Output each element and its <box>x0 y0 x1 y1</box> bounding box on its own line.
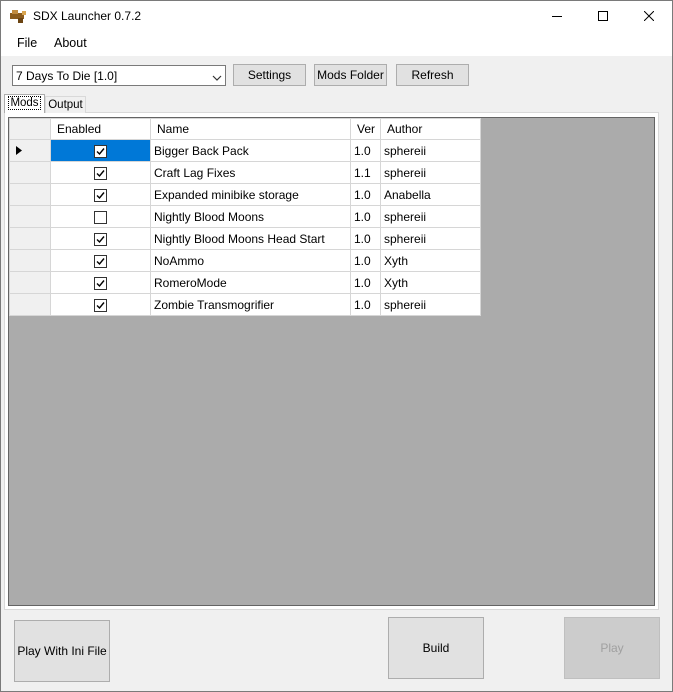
build-button[interactable]: Build <box>388 617 484 679</box>
enabled-cell[interactable] <box>50 271 151 294</box>
mod-name-cell[interactable]: Bigger Back Pack <box>150 139 351 162</box>
table-row[interactable]: Bigger Back Pack 1.0 sphereii <box>9 139 481 162</box>
column-header-author[interactable]: Author <box>380 118 481 140</box>
mod-name-cell[interactable]: Nightly Blood Moons <box>150 205 351 228</box>
table-row[interactable]: RomeroMode 1.0 Xyth <box>9 271 481 294</box>
mod-author-cell[interactable]: Xyth <box>380 249 481 272</box>
grid-body: Bigger Back Pack 1.0 sphereii Craft Lag Fix… <box>9 139 481 316</box>
enabled-cell[interactable] <box>50 227 151 250</box>
enabled-cell[interactable] <box>50 161 151 184</box>
mod-version-cell[interactable]: 1.0 <box>350 227 381 250</box>
tab-mods-label: Mods <box>8 96 41 110</box>
mod-version-cell[interactable]: 1.0 <box>350 183 381 206</box>
checkbox-checked-icon[interactable] <box>94 298 107 312</box>
close-button[interactable] <box>626 1 672 32</box>
sdx-launcher-icon <box>9 8 27 24</box>
mod-author-cell[interactable]: sphereii <box>380 293 481 316</box>
settings-button[interactable]: Settings <box>233 64 306 86</box>
title-bar[interactable]: SDX Launcher 0.7.2 <box>1 1 672 32</box>
row-header[interactable] <box>9 249 51 272</box>
checkbox-checked-icon[interactable] <box>94 232 107 246</box>
mods-grid[interactable]: Enabled Name Ver Author Bigger Back Pack… <box>8 117 655 606</box>
tab-output[interactable]: Output <box>45 96 86 113</box>
table-row[interactable]: NoAmmo 1.0 Xyth <box>9 249 481 272</box>
mod-author-cell[interactable]: sphereii <box>380 205 481 228</box>
mod-author-cell[interactable]: sphereii <box>380 161 481 184</box>
row-header[interactable] <box>9 139 51 162</box>
chevron-down-icon[interactable] <box>212 71 222 85</box>
mod-version-cell[interactable]: 1.1 <box>350 161 381 184</box>
table-row[interactable]: Craft Lag Fixes 1.1 sphereii <box>9 161 481 184</box>
mod-author-cell[interactable]: Anabella <box>380 183 481 206</box>
checkbox-unchecked-icon[interactable] <box>94 210 107 224</box>
mod-version-cell[interactable]: 1.0 <box>350 205 381 228</box>
column-header-name[interactable]: Name <box>150 118 351 140</box>
enabled-cell[interactable] <box>50 139 151 162</box>
menu-about[interactable]: About <box>54 36 87 50</box>
tab-mods[interactable]: Mods <box>4 94 45 113</box>
row-header[interactable] <box>9 293 51 316</box>
checkbox-checked-icon[interactable] <box>94 254 107 268</box>
refresh-button[interactable]: Refresh <box>396 64 469 86</box>
row-header[interactable] <box>9 205 51 228</box>
grid-corner-header[interactable] <box>9 118 51 140</box>
mod-author-cell[interactable]: sphereii <box>380 139 481 162</box>
mods-table: Enabled Name Ver Author Bigger Back Pack… <box>9 118 481 316</box>
mod-name-cell[interactable]: Expanded minibike storage <box>150 183 351 206</box>
close-icon <box>643 10 655 24</box>
mod-name-cell[interactable]: RomeroMode <box>150 271 351 294</box>
grid-header-row: Enabled Name Ver Author <box>9 118 481 140</box>
checkbox-checked-icon[interactable] <box>94 144 107 158</box>
table-row[interactable]: Nightly Blood Moons 1.0 sphereii <box>9 205 481 228</box>
minimize-icon <box>552 10 562 24</box>
mod-version-cell[interactable]: 1.0 <box>350 271 381 294</box>
game-version-select[interactable]: 7 Days To Die [1.0] <box>12 65 226 86</box>
row-header[interactable] <box>9 183 51 206</box>
mod-version-cell[interactable]: 1.0 <box>350 293 381 316</box>
mod-version-cell[interactable]: 1.0 <box>350 139 381 162</box>
checkbox-checked-icon[interactable] <box>94 276 107 290</box>
checkbox-checked-icon[interactable] <box>94 188 107 202</box>
mod-version-cell[interactable]: 1.0 <box>350 249 381 272</box>
checkbox-checked-icon[interactable] <box>94 166 107 180</box>
minimize-button[interactable] <box>534 1 580 32</box>
row-header[interactable] <box>9 271 51 294</box>
menu-file[interactable]: File <box>17 36 37 50</box>
row-pointer-icon <box>16 146 22 155</box>
mod-name-cell[interactable]: NoAmmo <box>150 249 351 272</box>
table-row[interactable]: Zombie Transmogrifier 1.0 sphereii <box>9 293 481 316</box>
mods-folder-button[interactable]: Mods Folder <box>314 64 387 86</box>
mod-author-cell[interactable]: Xyth <box>380 271 481 294</box>
column-header-enabled[interactable]: Enabled <box>50 118 151 140</box>
row-header[interactable] <box>9 161 51 184</box>
maximize-icon <box>598 10 608 24</box>
play-with-ini-button[interactable]: Play With Ini File <box>14 620 110 682</box>
enabled-cell[interactable] <box>50 293 151 316</box>
game-version-value: 7 Days To Die [1.0] <box>16 69 118 83</box>
row-header[interactable] <box>9 227 51 250</box>
table-row[interactable]: Expanded minibike storage 1.0 Anabella <box>9 183 481 206</box>
column-header-ver[interactable]: Ver <box>350 118 381 140</box>
mod-author-cell[interactable]: sphereii <box>380 227 481 250</box>
mod-name-cell[interactable]: Nightly Blood Moons Head Start <box>150 227 351 250</box>
enabled-cell[interactable] <box>50 205 151 228</box>
window-title: SDX Launcher 0.7.2 <box>33 9 142 23</box>
table-row[interactable]: Nightly Blood Moons Head Start 1.0 spherei… <box>9 227 481 250</box>
maximize-button[interactable] <box>580 1 626 32</box>
enabled-cell[interactable] <box>50 249 151 272</box>
mod-name-cell[interactable]: Zombie Transmogrifier <box>150 293 351 316</box>
tab-output-label: Output <box>48 99 83 111</box>
menu-bar: File About <box>1 32 672 56</box>
app-window: SDX Launcher 0.7.2 File About 7 Days To … <box>0 0 673 692</box>
enabled-cell[interactable] <box>50 183 151 206</box>
mod-name-cell[interactable]: Craft Lag Fixes <box>150 161 351 184</box>
play-button: Play <box>564 617 660 679</box>
